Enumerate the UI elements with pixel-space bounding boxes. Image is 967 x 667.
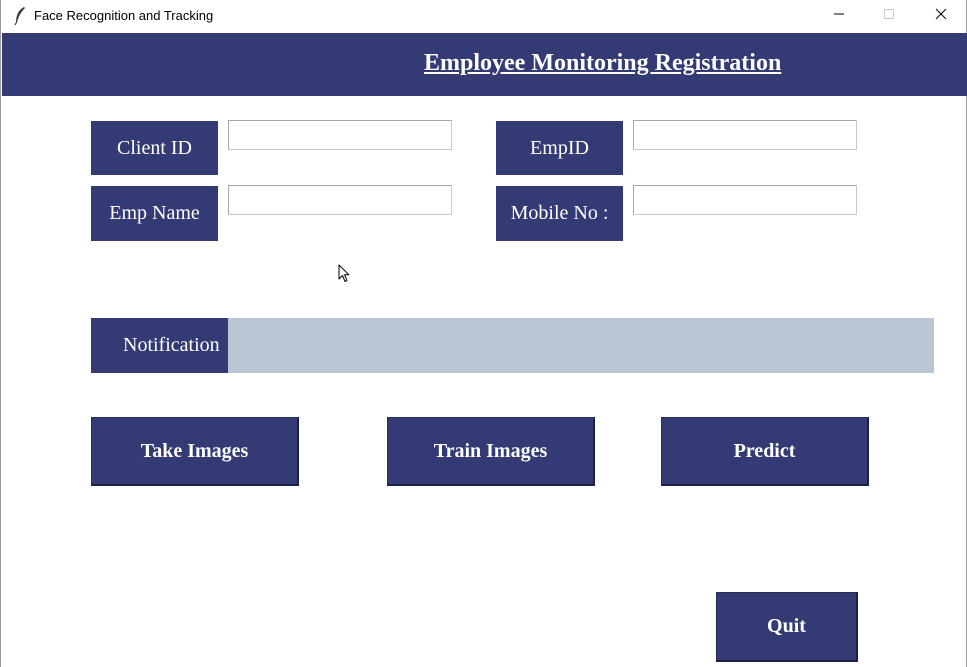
mobile-no-label: Mobile No : bbox=[496, 186, 623, 241]
emp-name-input[interactable] bbox=[228, 185, 452, 215]
emp-name-label: Emp Name bbox=[91, 186, 218, 241]
page-title: Employee Monitoring Registration bbox=[424, 50, 782, 76]
notification-label: Notification bbox=[91, 318, 228, 373]
predict-button[interactable]: Predict bbox=[661, 417, 869, 486]
client-id-label: Client ID bbox=[91, 121, 218, 175]
train-images-button[interactable]: Train Images bbox=[387, 417, 595, 486]
app-window: Face Recognition and Tracking Employee M… bbox=[0, 0, 967, 667]
minimize-button[interactable] bbox=[816, 0, 862, 32]
mobile-no-input[interactable] bbox=[633, 185, 857, 215]
header-banner: Employee Monitoring Registration bbox=[2, 33, 967, 96]
window-title: Face Recognition and Tracking bbox=[34, 8, 214, 23]
emp-id-input[interactable] bbox=[633, 120, 857, 150]
feather-icon bbox=[13, 6, 27, 26]
minimize-icon bbox=[833, 7, 845, 25]
mouse-cursor-icon bbox=[338, 264, 350, 284]
take-images-button[interactable]: Take Images bbox=[91, 417, 299, 486]
emp-id-label: EmpID bbox=[496, 121, 623, 175]
close-icon bbox=[935, 7, 947, 25]
close-button[interactable] bbox=[918, 0, 964, 32]
notification-message bbox=[228, 318, 934, 373]
quit-button[interactable]: Quit bbox=[716, 592, 858, 662]
maximize-button[interactable] bbox=[866, 0, 912, 32]
client-id-input[interactable] bbox=[228, 120, 452, 150]
title-bar[interactable]: Face Recognition and Tracking bbox=[1, 0, 966, 32]
maximize-icon bbox=[883, 7, 895, 25]
